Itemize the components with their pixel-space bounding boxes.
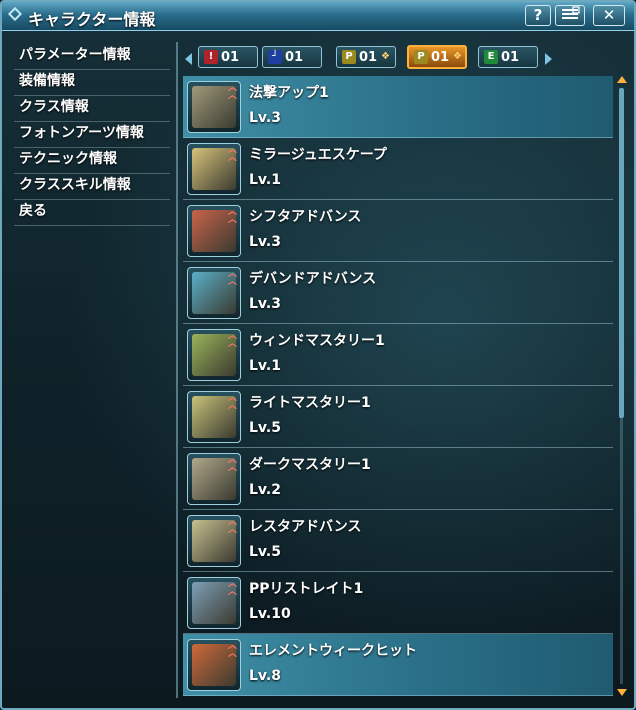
- resta-advance-icon: ︿ ︿: [187, 515, 241, 567]
- skill-row[interactable]: ︿ ︿ ダークマスタリー1 Lv.2: [183, 448, 613, 510]
- shifta-advance-icon: ︿ ︿: [187, 205, 241, 257]
- p-tech-icon: P: [414, 50, 428, 64]
- skill-level: Lv.2: [249, 482, 281, 498]
- sword-icon: !: [204, 50, 218, 64]
- staff-icon: ︿ ︿: [187, 81, 241, 133]
- skill-level: Lv.1: [249, 358, 281, 374]
- skill-level: Lv.3: [249, 296, 281, 312]
- menu-divider: [176, 42, 178, 698]
- rank-chevron-icon: ❖: [453, 51, 462, 62]
- skill-row[interactable]: ︿ ︿ 法撃アップ1 Lv.3: [183, 76, 613, 138]
- palette-tab[interactable]: P 01 ❖: [407, 45, 467, 69]
- mirage-escape-icon: ︿ ︿: [187, 143, 241, 195]
- scroll-thumb[interactable]: [619, 88, 624, 418]
- skill-name: デバンドアドバンス: [249, 271, 377, 287]
- layout-toggle-button[interactable]: [555, 5, 585, 26]
- tab-next-arrow[interactable]: [545, 53, 552, 65]
- title-bar[interactable]: キャラクター情報 ? ✕: [2, 2, 634, 31]
- scroll-down-arrow[interactable]: [617, 689, 627, 696]
- skill-name: 法撃アップ1: [249, 85, 329, 101]
- skill-list-scrollbar[interactable]: [617, 74, 627, 698]
- light-mastery-icon: ︿ ︿: [187, 391, 241, 443]
- close-button[interactable]: ✕: [593, 5, 625, 26]
- tab-number: 01: [359, 50, 378, 65]
- skill-level: Lv.10: [249, 606, 291, 622]
- skill-name: エレメントウィークヒット: [249, 643, 417, 659]
- rank-chevron-icon: ❖: [381, 51, 390, 62]
- gun-icon: ┘: [268, 50, 282, 64]
- pp-restorate-icon: ︿ ︿: [187, 577, 241, 629]
- menu-item[interactable]: 装備情報: [14, 70, 170, 96]
- skill-name: PPリストレイト1: [249, 581, 364, 597]
- tab-prev-arrow[interactable]: [185, 53, 192, 65]
- class-skill-list: ︿ ︿ 法撃アップ1 Lv.3 ︿ ︿ ミラージュエスケープ Lv.1 ︿ ︿ シフタアドバンス Lv…: [183, 76, 613, 696]
- wind-mastery-icon: ︿ ︿: [187, 329, 241, 381]
- palette-tab[interactable]: P 01 ❖: [336, 46, 396, 68]
- tab-number: 01: [431, 50, 450, 65]
- help-button[interactable]: ?: [525, 5, 551, 26]
- menu-item[interactable]: パラメーター情報: [14, 44, 170, 70]
- palette-tab[interactable]: ! 01: [198, 46, 258, 68]
- menu-item[interactable]: クラススキル情報: [14, 174, 170, 200]
- tab-number: 01: [501, 50, 520, 65]
- menu-item[interactable]: クラス情報: [14, 96, 170, 122]
- character-info-window: キャラクター情報 ? ✕ パラメーター情報 装備情報 クラス情報 フォトンアーツ情報テ…: [0, 0, 636, 710]
- skill-name: ダークマスタリー1: [249, 457, 371, 473]
- menu-item[interactable]: 戻る: [14, 200, 170, 226]
- skill-name: レスタアドバンス: [249, 519, 362, 535]
- skill-row[interactable]: ︿ ︿ レスタアドバンス Lv.5: [183, 510, 613, 572]
- p-tech-icon: P: [342, 50, 356, 64]
- skill-row[interactable]: ︿ ︿ PPリストレイト1 Lv.10: [183, 572, 613, 634]
- skill-name: ウィンドマスタリー1: [249, 333, 385, 349]
- skill-row[interactable]: ︿ ︿ ウィンドマスタリー1 Lv.1: [183, 324, 613, 386]
- skill-name: シフタアドバンス: [249, 209, 362, 225]
- skill-row[interactable]: ︿ ︿ ライトマスタリー1 Lv.5: [183, 386, 613, 448]
- element-weak-hit-icon: ︿ ︿: [187, 639, 241, 691]
- skill-level: Lv.5: [249, 420, 281, 436]
- skill-row[interactable]: ︿ ︿ ミラージュエスケープ Lv.1: [183, 138, 613, 200]
- window-title: キャラクター情報: [28, 10, 156, 29]
- scroll-up-arrow[interactable]: [617, 76, 627, 83]
- skill-level: Lv.3: [249, 234, 281, 250]
- tab-number: 01: [221, 50, 240, 65]
- menu-item[interactable]: フォトンアーツ情報: [14, 122, 170, 148]
- palette-tab[interactable]: ┘ 01: [262, 46, 322, 68]
- tab-number: 01: [285, 50, 304, 65]
- palette-tab[interactable]: E 01: [478, 46, 538, 68]
- skill-row[interactable]: ︿ ︿ エレメントウィークヒット Lv.8: [183, 634, 613, 696]
- e-tech-icon: E: [484, 50, 498, 64]
- skill-name: ミラージュエスケープ: [249, 147, 387, 163]
- menu-item[interactable]: テクニック情報: [14, 148, 170, 174]
- skill-level: Lv.3: [249, 110, 281, 126]
- deband-advance-icon: ︿ ︿: [187, 267, 241, 319]
- skill-row[interactable]: ︿ ︿ デバンドアドバンス Lv.3: [183, 262, 613, 324]
- skill-name: ライトマスタリー1: [249, 395, 371, 411]
- skill-level: Lv.1: [249, 172, 281, 188]
- skill-level: Lv.8: [249, 668, 281, 684]
- palette-tab-bar: ! 01 ┘ 01 P 01 ❖ P 01 ❖ E 01: [182, 45, 622, 70]
- list-layout-icon: [562, 6, 580, 19]
- side-menu: パラメーター情報 装備情報 クラス情報 フォトンアーツ情報 テクニック情報 クラススキル情…: [14, 44, 170, 226]
- skill-row[interactable]: ︿ ︿ シフタアドバンス Lv.3: [183, 200, 613, 262]
- dark-mastery-icon: ︿ ︿: [187, 453, 241, 505]
- window-diamond-icon: [7, 6, 23, 22]
- skill-level: Lv.5: [249, 544, 281, 560]
